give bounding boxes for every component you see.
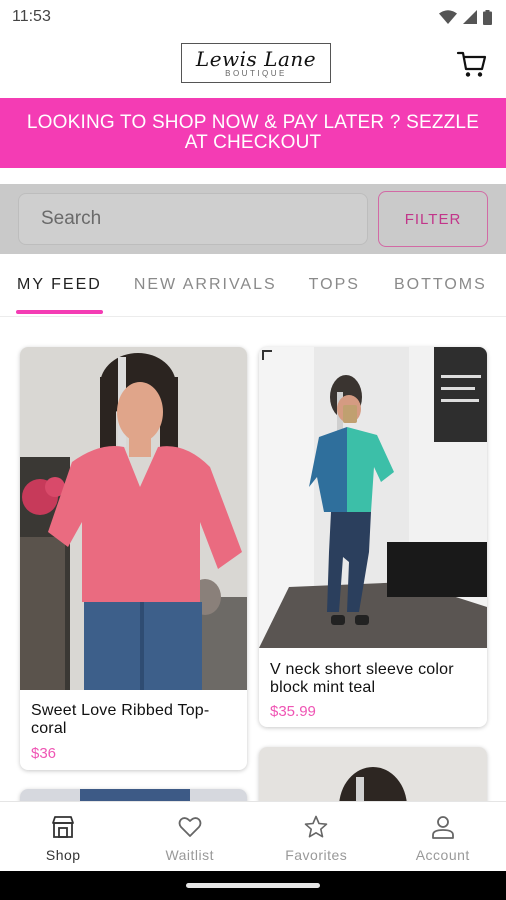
logo-sub-text: BOUTIQUE <box>225 68 287 78</box>
product-price: $35.99 <box>270 703 316 720</box>
nav-label: Shop <box>45 847 81 863</box>
cart-icon <box>456 51 487 77</box>
logo-main-text: Lewis Lane <box>195 46 317 71</box>
home-indicator[interactable] <box>186 883 320 888</box>
status-time: 11:53 <box>12 8 51 25</box>
search-input[interactable] <box>18 193 368 245</box>
product-image[interactable] <box>259 747 487 801</box>
star-icon <box>304 815 328 838</box>
wifi-icon <box>439 10 457 24</box>
signal-icon <box>463 10 477 24</box>
shop-icon <box>52 816 75 838</box>
filter-button[interactable]: FILTER <box>378 191 488 247</box>
tab-bottoms[interactable]: BOTTOMS <box>394 254 487 316</box>
product-image[interactable] <box>20 347 247 690</box>
nav-label: Favorites <box>285 847 348 863</box>
app-header: Lewis Lane BOUTIQUE <box>0 34 506 98</box>
nav-favorites[interactable]: Favorites <box>253 802 380 871</box>
bottom-navigation: Shop Waitlist Favorites Account <box>0 801 506 871</box>
nav-waitlist[interactable]: Waitlist <box>127 802 254 871</box>
status-bar: 11:53 <box>0 0 506 34</box>
product-card[interactable] <box>20 789 247 801</box>
tab-new-arrivals[interactable]: NEW ARRIVALS <box>134 254 277 316</box>
product-title[interactable]: Sweet Love Ribbed Top-coral <box>31 702 237 738</box>
promo-banner[interactable]: LOOKING TO SHOP NOW & PAY LATER ? SEZZLE… <box>0 98 506 168</box>
product-price: $36 <box>31 745 57 762</box>
category-tabs: MY FEED NEW ARRIVALS TOPS BOTTOMS <box>0 254 506 316</box>
brand-logo[interactable]: Lewis Lane BOUTIQUE <box>181 43 331 83</box>
nav-shop[interactable]: Shop <box>0 802 127 871</box>
product-image[interactable] <box>259 347 487 648</box>
tab-my-feed[interactable]: MY FEED <box>17 254 102 316</box>
status-icons <box>439 9 492 25</box>
battery-icon <box>483 9 492 25</box>
nav-label: Waitlist <box>165 847 215 863</box>
product-card[interactable]: V neck short sleeve color block mint tea… <box>259 347 487 727</box>
product-grid: Sweet Love Ribbed Top-coral $36 V neck s… <box>0 317 506 801</box>
tab-tops[interactable]: TOPS <box>309 254 360 316</box>
nav-label: Account <box>415 847 470 863</box>
active-tab-indicator <box>16 310 103 314</box>
cart-button[interactable] <box>456 48 488 80</box>
corner-tag-icon <box>262 350 272 360</box>
system-navigation-bar <box>0 871 506 900</box>
search-bar-area: FILTER <box>0 184 506 254</box>
promo-text: LOOKING TO SHOP NOW & PAY LATER ? SEZZLE… <box>26 112 480 153</box>
product-image[interactable] <box>20 789 247 801</box>
product-card[interactable]: Sweet Love Ribbed Top-coral $36 <box>20 347 247 770</box>
product-title[interactable]: V neck short sleeve color block mint tea… <box>270 661 477 697</box>
nav-account[interactable]: Account <box>380 802 506 871</box>
heart-icon <box>178 817 202 837</box>
product-card[interactable] <box>259 747 487 801</box>
person-icon <box>431 816 454 839</box>
